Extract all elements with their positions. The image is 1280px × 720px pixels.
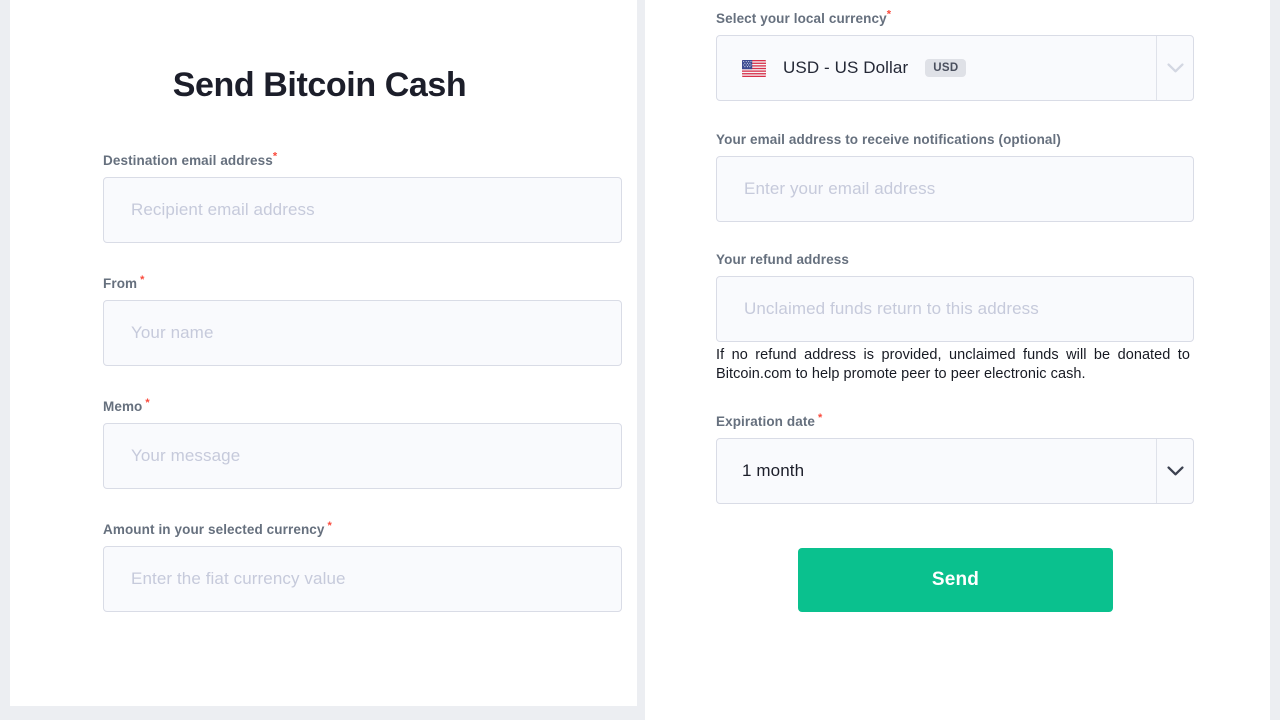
field-local-currency: Select your local currency* USD - US Dol… [716,8,1194,101]
destination-email-input[interactable]: Recipient email address [103,177,622,243]
field-notification-email: Your email address to receive notificati… [716,132,1194,222]
currency-code-badge: USD [925,58,967,78]
field-destination-email: Destination email address* Recipient ema… [103,150,622,243]
label-local-currency: Select your local currency* [716,8,892,26]
label-from: From * [103,273,145,291]
label-memo: Memo * [103,396,150,414]
amount-placeholder: Enter the fiat currency value [131,569,346,588]
local-currency-select-face[interactable]: USD - US Dollar USD [717,36,1156,100]
label-notification-email: Your email address to receive notificati… [716,132,1061,147]
page-title: Send Bitcoin Cash [172,66,467,104]
chevron-down-icon [1166,465,1184,475]
refund-address-helper-text: If no refund address is provided, unclai… [716,347,1190,382]
from-input[interactable]: Your name [103,300,622,366]
destination-email-placeholder: Recipient email address [131,200,315,219]
local-currency-select[interactable]: USD - US Dollar USD [716,35,1194,101]
required-asterisk: * [818,411,823,424]
right-form-panel: Select your local currency* USD - US Dol… [645,0,1270,720]
field-memo: Memo * Your message [103,396,622,489]
notification-email-input[interactable]: Enter your email address [716,156,1194,222]
label-refund-address: Your refund address [716,252,849,267]
expiration-date-selected-text: 1 month [742,461,805,480]
send-bitcoin-cash-page: Send Bitcoin Cash Destination email addr… [0,0,1280,720]
memo-placeholder: Your message [131,446,241,465]
from-placeholder: Your name [131,323,214,342]
memo-input[interactable]: Your message [103,423,622,489]
us-flag-icon [742,59,766,77]
label-expiration-date: Expiration date * [716,411,823,429]
local-currency-selected-text: USD - US Dollar [783,58,909,77]
expiration-date-dropdown-toggle[interactable] [1156,439,1193,503]
refund-address-input[interactable]: Unclaimed funds return to this address [716,276,1194,342]
page-right-edge [1270,0,1280,720]
left-form-panel: Send Bitcoin Cash Destination email addr… [10,0,637,706]
refund-address-placeholder: Unclaimed funds return to this address [744,299,1039,318]
required-asterisk: * [327,519,332,532]
local-currency-dropdown-toggle[interactable] [1156,36,1193,100]
send-button[interactable]: Send [798,548,1113,612]
field-from: From * Your name [103,273,622,366]
field-refund-address: Your refund address Unclaimed funds retu… [716,252,1194,384]
field-expiration-date: Expiration date * 1 month [716,411,1194,504]
label-amount: Amount in your selected currency * [103,519,332,537]
expiration-date-select-face[interactable]: 1 month [717,439,1156,503]
chevron-down-icon [1166,62,1184,72]
expiration-date-select[interactable]: 1 month [716,438,1194,504]
required-asterisk: * [272,150,278,163]
amount-input[interactable]: Enter the fiat currency value [103,546,622,612]
required-asterisk: * [886,8,892,21]
page-left-edge [0,0,10,720]
notification-email-placeholder: Enter your email address [744,179,936,198]
panel-divider [637,0,645,720]
required-asterisk: * [145,396,150,409]
field-amount: Amount in your selected currency * Enter … [103,519,622,612]
required-asterisk: * [140,273,145,286]
label-destination-email: Destination email address* [103,150,278,168]
